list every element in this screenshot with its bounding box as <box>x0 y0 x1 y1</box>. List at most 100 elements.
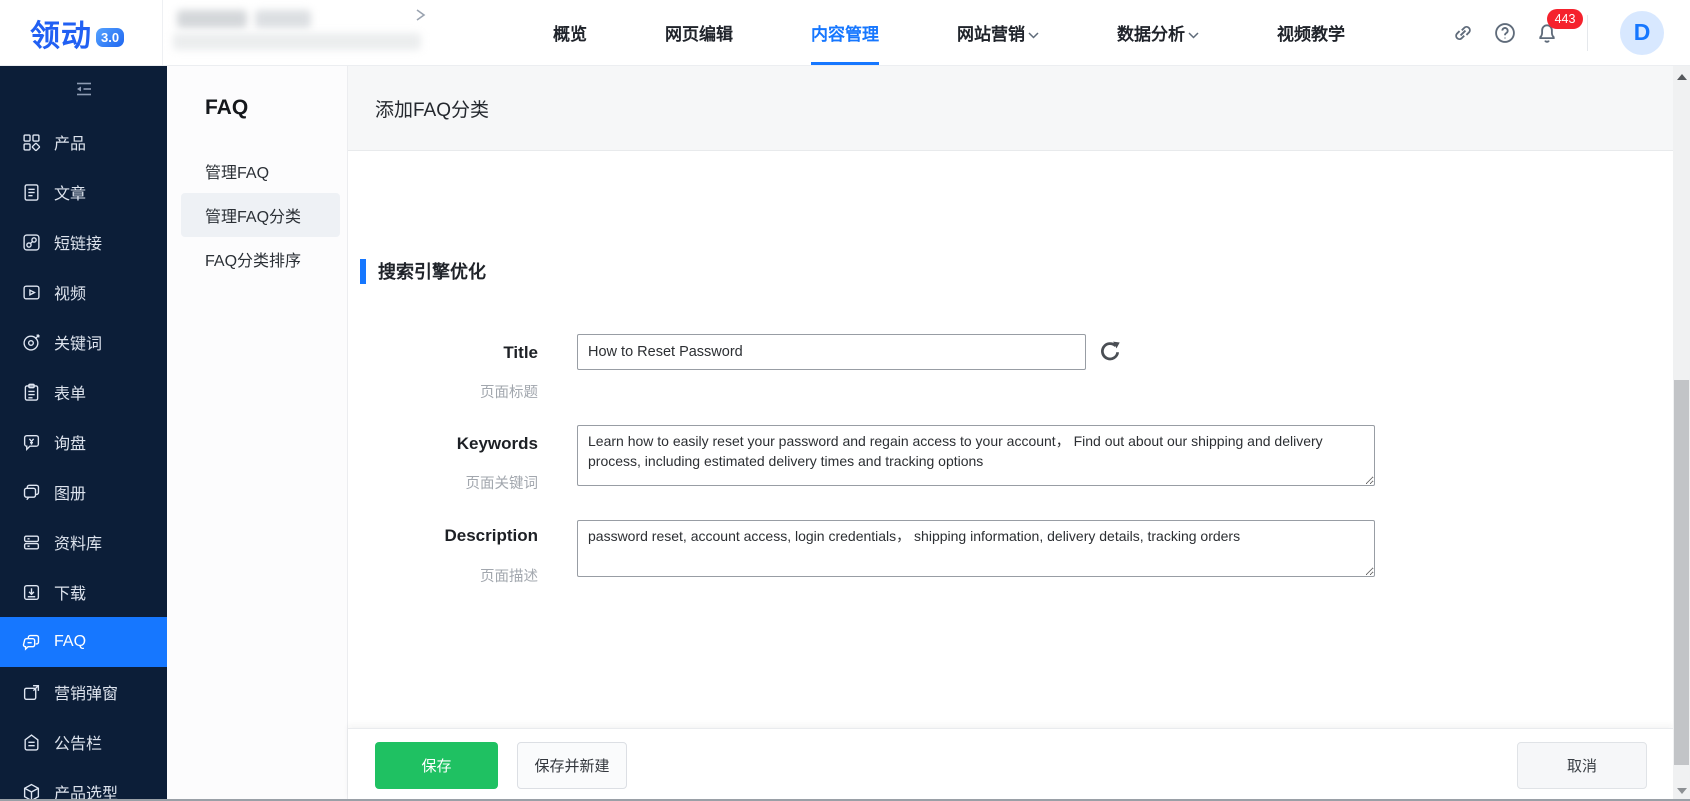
sidebar-item-videos[interactable]: 视频 <box>0 267 167 317</box>
tab-label: 网站营销 <box>957 25 1025 44</box>
sidebar-item-label: 关键词 <box>54 336 103 353</box>
tab-label: 网页编辑 <box>665 25 733 44</box>
submenu-item-faq-category-sort[interactable]: FAQ分类排序 <box>167 237 347 281</box>
sidebar-item-label: 文章 <box>54 186 87 203</box>
user-avatar[interactable]: D <box>1620 10 1664 55</box>
primary-sidebar: 产品 文章 短链接 视频 关键词 表单 询盘 图册 资料库 下载 FAQ 营销弹… <box>0 66 167 801</box>
description-label: Description <box>444 526 538 545</box>
tab-site-marketing[interactable]: 网站营销 <box>957 0 1039 65</box>
keyword-icon <box>23 333 40 351</box>
tab-page-editor[interactable]: 网页编辑 <box>665 0 733 65</box>
submenu-item-manage-faq-categories[interactable]: 管理FAQ分类 <box>181 193 340 237</box>
sidebar-item-inquiries[interactable]: 询盘 <box>0 417 167 467</box>
video-icon <box>23 284 40 300</box>
save-button[interactable]: 保存 <box>375 741 498 789</box>
scroll-up-arrow[interactable] <box>1673 68 1690 85</box>
sidebar-item-faq[interactable]: FAQ <box>0 617 167 667</box>
sidebar-item-keywords[interactable]: 关键词 <box>0 317 167 367</box>
tab-label: 内容管理 <box>811 25 879 44</box>
keywords-label: Keywords <box>456 434 538 453</box>
blurred-text-block <box>177 10 247 28</box>
sidebar-item-label: 营销弹窗 <box>54 686 119 703</box>
cancel-button[interactable]: 取消 <box>1517 741 1647 789</box>
sidebar-item-label: 产品选型 <box>54 786 119 801</box>
faq-icon <box>22 634 40 651</box>
submenu-item-manage-faq[interactable]: 管理FAQ <box>167 149 347 193</box>
description-textarea[interactable]: password reset, account access, login cr… <box>577 520 1375 577</box>
help-icon[interactable] <box>1493 21 1517 45</box>
sidebar-item-product-selector[interactable]: 产品选型 <box>0 767 167 801</box>
link-icon[interactable] <box>1451 21 1475 45</box>
library-icon <box>23 534 40 550</box>
vertical-scrollbar <box>1673 66 1690 801</box>
sidebar-menu: 产品 文章 短链接 视频 关键词 表单 询盘 图册 资料库 下载 FAQ 营销弹… <box>0 117 167 801</box>
shortlink-icon <box>23 233 40 251</box>
sidebar-item-short-links[interactable]: 短链接 <box>0 217 167 267</box>
gallery-icon <box>23 484 40 500</box>
sidebar-item-label: 资料库 <box>54 536 103 553</box>
inquiry-icon <box>23 434 40 451</box>
footer-action-bar: 保存 保存并新建 取消 <box>348 728 1673 801</box>
main-nav: 概览 网页编辑 内容管理 网站营销 数据分析 视频教学 <box>553 0 1345 65</box>
tab-overview[interactable]: 概览 <box>553 0 587 65</box>
tab-label: 数据分析 <box>1117 25 1185 44</box>
title-input[interactable] <box>577 334 1086 370</box>
section-accent-bar <box>360 258 366 284</box>
popup-icon <box>23 684 40 700</box>
logo-text: 领动 <box>30 19 92 53</box>
title-sublabel: 页面标题 <box>480 385 538 401</box>
scroll-down-arrow[interactable] <box>1673 782 1690 799</box>
sidebar-item-label: 表单 <box>54 386 87 403</box>
submenu-list: 管理FAQ 管理FAQ分类 FAQ分类排序 <box>167 149 347 281</box>
blurred-text-block <box>255 10 311 28</box>
sidebar-item-label: 下载 <box>54 586 87 603</box>
main-content: 添加FAQ分类 搜索引擎优化 Title 页面标题 Keywords 页面关键词… <box>348 66 1690 801</box>
notification-count-badge: 443 <box>1547 8 1583 29</box>
tab-content-management[interactable]: 内容管理 <box>811 0 879 65</box>
tab-video-tutorials[interactable]: 视频教学 <box>1277 0 1345 65</box>
sidebar-item-forms[interactable]: 表单 <box>0 367 167 417</box>
tab-data-analysis[interactable]: 数据分析 <box>1117 0 1199 65</box>
form-icon <box>24 383 39 401</box>
chevron-down-icon <box>1028 24 1039 44</box>
sidebar-item-label: 短链接 <box>54 236 103 253</box>
top-bar: 领动 3.0 概览 网页编辑 内容管理 网站营销 数据分析 视频教学 443 D <box>0 0 1690 66</box>
keywords-sublabel: 页面关键词 <box>465 476 539 492</box>
sidebar-item-label: 产品 <box>54 136 87 153</box>
site-name-redacted <box>163 0 455 65</box>
secondary-sidebar: FAQ 管理FAQ 管理FAQ分类 FAQ分类排序 <box>167 66 348 801</box>
sidebar-item-label: 视频 <box>54 286 87 303</box>
notifications-bell-icon[interactable]: 443 <box>1535 8 1583 45</box>
sidebar-item-label: 询盘 <box>54 436 87 453</box>
chevron-down-icon <box>1188 24 1199 44</box>
sidebar-item-downloads[interactable]: 下载 <box>0 567 167 617</box>
collapse-sidebar-icon[interactable] <box>74 80 94 98</box>
sidebar-item-articles[interactable]: 文章 <box>0 167 167 217</box>
save-and-new-button[interactable]: 保存并新建 <box>517 741 627 789</box>
sidebar-item-gallery[interactable]: 图册 <box>0 467 167 517</box>
sidebar-item-announcements[interactable]: 公告栏 <box>0 717 167 767</box>
blurred-text-block <box>173 33 421 50</box>
page-title: 添加FAQ分类 <box>375 99 490 121</box>
download-icon <box>23 584 40 600</box>
chevron-right-icon[interactable] <box>413 8 427 22</box>
top-actions: 443 D <box>1451 0 1690 65</box>
tab-label: 视频教学 <box>1277 25 1345 44</box>
title-label: Title <box>503 343 538 362</box>
refresh-icon[interactable] <box>1098 340 1122 364</box>
grid-icon <box>23 133 41 151</box>
form-area: 搜索引擎优化 Title 页面标题 Keywords 页面关键词 Learn h… <box>348 151 1690 801</box>
sidebar-item-label: 图册 <box>54 486 87 503</box>
brand-logo: 领动 3.0 <box>0 0 163 65</box>
sidebar-item-products[interactable]: 产品 <box>0 117 167 167</box>
sidebar-item-marketing-popup[interactable]: 营销弹窗 <box>0 667 167 717</box>
keywords-textarea[interactable]: Learn how to easily reset your password … <box>577 425 1375 486</box>
page-header: 添加FAQ分类 <box>348 66 1690 151</box>
scrollbar-thumb[interactable] <box>1674 380 1689 765</box>
section-title: 搜索引擎优化 <box>378 262 486 282</box>
sidebar-item-label: 公告栏 <box>54 736 103 753</box>
description-sublabel: 页面描述 <box>480 569 538 585</box>
submenu-title: FAQ <box>205 96 249 119</box>
sidebar-item-library[interactable]: 资料库 <box>0 517 167 567</box>
divider <box>1587 14 1588 51</box>
